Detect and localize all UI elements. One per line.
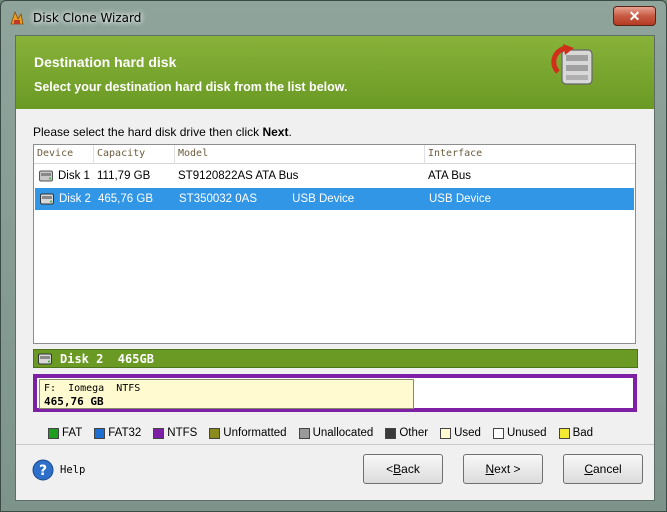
legend-swatch (209, 427, 221, 439)
dialog-window: Disk Clone Wizard ✕ Destination hard dis… (0, 0, 667, 512)
app-icon (10, 10, 24, 25)
legend-label: Used (454, 427, 481, 439)
page-title: Destination hard disk (34, 54, 177, 70)
instruction-text: Please select the hard disk drive then c… (33, 125, 292, 139)
device-name: Disk 2 (59, 193, 91, 205)
legend-item: Unformatted (209, 427, 287, 439)
legend-swatch (153, 427, 165, 439)
device-interface: USB Device (429, 193, 491, 205)
cancel-accelerator: C (584, 462, 593, 476)
help-link[interactable]: ? Help (32, 459, 85, 481)
title-bar[interactable]: Disk Clone Wizard ✕ (1, 1, 666, 35)
next-button[interactable]: Next > (463, 454, 543, 484)
legend-label: Bad (572, 427, 594, 439)
back-button[interactable]: < Back (363, 454, 443, 484)
legend-label: Unformatted (223, 427, 287, 439)
selected-disk-bar: Disk 2 465GB (33, 349, 638, 368)
wizard-client-area: Destination hard disk Select your destin… (15, 35, 655, 501)
disk-bar-label: Disk 2 465GB (60, 351, 154, 366)
cancel-label-post: ancel (592, 462, 622, 476)
legend-swatch (440, 427, 452, 439)
legend-swatch (298, 427, 310, 439)
legend-item: FAT (48, 427, 82, 439)
device-capacity: 465,76 GB (98, 193, 153, 205)
legend-swatch (94, 427, 106, 439)
back-accelerator: B (393, 462, 402, 476)
column-header-capacity[interactable]: Capacity (94, 145, 175, 164)
disk-list[interactable]: Device Capacity Model Interface Disk 1 1… (33, 144, 636, 344)
page-subtitle: Select your destination hard disk from t… (34, 80, 348, 94)
device-model: ST350032 0AS USB Device (179, 193, 355, 205)
back-label-pre: < (386, 462, 394, 476)
legend-label: Other (399, 427, 429, 439)
table-row[interactable]: Disk 1 111,79 GB ST9120822AS ATA Bus ATA… (34, 165, 635, 187)
partition-name: F: Iomega NTFS (44, 383, 141, 394)
help-label: Help (60, 464, 86, 476)
legend-label: NTFS (167, 427, 198, 439)
legend-label: FAT (62, 427, 83, 439)
legend-item: Other (385, 427, 428, 439)
legend-label: Unused (506, 427, 547, 439)
legend-swatch (48, 427, 59, 439)
close-button[interactable]: ✕ (613, 6, 656, 26)
cancel-button[interactable]: Cancel (563, 454, 643, 484)
svg-text:?: ? (39, 463, 47, 479)
legend-item: Unallocated (298, 427, 374, 439)
legend-swatch (492, 427, 504, 439)
next-label-post: ext > (494, 462, 521, 476)
hard-disk-icon (39, 170, 53, 182)
hard-disk-icon (38, 353, 52, 364)
device-model: ST9120822AS ATA Bus (178, 170, 299, 182)
legend-item: Used (440, 427, 481, 439)
device-name: Disk 1 (58, 170, 90, 182)
instruction-emphasis: Next (262, 125, 289, 139)
device-capacity: 111,79 GB (97, 170, 151, 182)
footer-divider (16, 444, 654, 445)
legend-item: NTFS (153, 427, 197, 439)
next-accelerator: N (485, 462, 495, 476)
legend-swatch (385, 427, 397, 439)
legend-item: Unused (492, 427, 547, 439)
legend-item: Bad (558, 427, 594, 439)
table-row-selected[interactable]: Disk 2 465,76 GB ST350032 0AS USB Device… (35, 188, 634, 210)
wizard-header: Destination hard disk Select your destin… (16, 36, 654, 109)
legend: FAT FAT32 NTFS Unformatted Unallocated Other U… (48, 427, 605, 439)
legend-label: Unallocated (312, 427, 374, 439)
back-label-post: ack (401, 462, 420, 476)
legend-item: FAT32 (94, 427, 141, 439)
hard-disk-icon (40, 193, 54, 205)
device-interface: ATA Bus (428, 170, 472, 182)
disk-clone-icon (551, 44, 593, 85)
window-title: Disk Clone Wizard (33, 11, 142, 25)
column-header-interface[interactable]: Interface (425, 145, 633, 164)
legend-label: FAT32 (108, 427, 142, 439)
partition-map: F: Iomega NTFS 465,76 GB (33, 374, 637, 412)
partition-size: 465,76 GB (44, 395, 104, 408)
legend-swatch (558, 427, 570, 439)
column-header-device[interactable]: Device (34, 145, 94, 164)
column-header-model[interactable]: Model (175, 145, 425, 164)
partition-block[interactable]: F: Iomega NTFS 465,76 GB (39, 379, 415, 409)
list-header: Device Capacity Model Interface (34, 145, 635, 164)
help-icon: ? (32, 459, 54, 481)
